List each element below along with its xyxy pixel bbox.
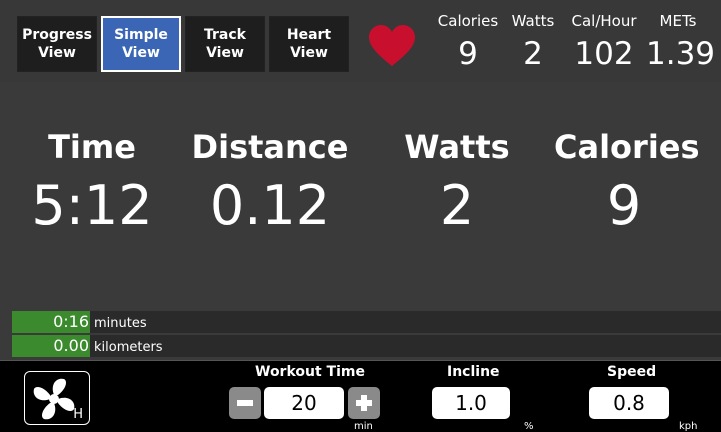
tab-progress-view[interactable]: Progress View <box>17 16 97 72</box>
tab-heart-view[interactable]: Heart View <box>269 16 349 72</box>
metric-label: Calories <box>554 128 700 166</box>
workout-time-field[interactable]: 20 <box>264 387 344 419</box>
metric-value: 2 <box>439 174 475 237</box>
minus-icon <box>237 400 253 406</box>
tab-label-line2: View <box>122 45 160 61</box>
speed-label: Speed <box>607 364 657 380</box>
incline-field[interactable]: 1.0 <box>432 387 510 419</box>
metric-value: 9 <box>606 174 642 237</box>
header-stat-mets: METs 1.39 <box>646 12 716 72</box>
fan-button[interactable]: H <box>24 371 90 425</box>
tab-label-line2: View <box>290 45 328 61</box>
stat-label: METs <box>659 12 697 30</box>
stat-label: Calories <box>437 12 499 30</box>
tab-label-line1: Heart <box>286 27 332 43</box>
speed-unit: kph <box>679 421 698 432</box>
minutes-progress-bar: 0:16 minutes <box>12 311 721 333</box>
kilometers-unit: kilometers <box>94 340 163 355</box>
header-stat-cal-hour: Cal/Hour 102 <box>566 12 642 72</box>
metric-value: 5:12 <box>31 174 153 237</box>
tab-label-line1: Track <box>204 27 246 43</box>
tab-label-line1: Simple <box>114 27 168 43</box>
tab-track-view[interactable]: Track View <box>185 16 265 72</box>
kilometers-progress-bar: 0.00 kilometers <box>12 335 721 357</box>
stat-label: Cal/Hour <box>571 12 637 30</box>
metric-label: Watts <box>404 128 510 166</box>
incline-unit: % <box>524 421 534 432</box>
header-stat-watts: Watts 2 <box>509 12 557 72</box>
minutes-value: 0:16 <box>53 312 89 331</box>
workout-screen: Progress View Simple View Track View Heart V… <box>0 0 721 432</box>
metric-value: 0.12 <box>209 174 331 237</box>
metric-distance: Distance 0.12 <box>190 128 350 236</box>
workout-time-label: Workout Time <box>255 364 365 380</box>
metric-time: Time 5:12 <box>27 128 157 236</box>
stat-value: 9 <box>458 36 478 72</box>
workout-time-increase-button[interactable] <box>348 387 380 419</box>
stat-value: 2 <box>523 36 543 72</box>
stat-value: 102 <box>574 36 634 72</box>
heart-icon <box>369 25 415 66</box>
speed-field[interactable]: 0.8 <box>589 387 669 419</box>
header-stat-calories: Calories 9 <box>436 12 500 72</box>
stat-label: Watts <box>511 12 555 30</box>
incline-label: Incline <box>447 364 500 380</box>
control-bar: H Workout Time 20 min Incline 1.0 % Spee… <box>0 360 721 432</box>
tab-label-line1: Progress <box>22 27 92 43</box>
plus-icon <box>356 395 372 411</box>
view-tabs: Progress View Simple View Track View Heart V… <box>0 0 721 82</box>
stat-value: 1.39 <box>646 36 716 72</box>
metric-watts: Watts 2 <box>394 128 520 236</box>
workout-time-decrease-button[interactable] <box>229 387 261 419</box>
fan-icon <box>33 378 75 420</box>
fan-speed-label: H <box>73 407 83 422</box>
metric-calories: Calories 9 <box>554 128 700 237</box>
workout-time-unit: min <box>354 421 373 432</box>
minutes-unit: minutes <box>94 316 147 331</box>
kilometers-value: 0.00 <box>53 336 89 355</box>
tab-label-line2: View <box>38 45 76 61</box>
tab-simple-view[interactable]: Simple View <box>101 16 181 72</box>
tab-label-line2: View <box>206 45 244 61</box>
metric-label: Distance <box>191 128 349 166</box>
metric-label: Time <box>48 128 136 166</box>
